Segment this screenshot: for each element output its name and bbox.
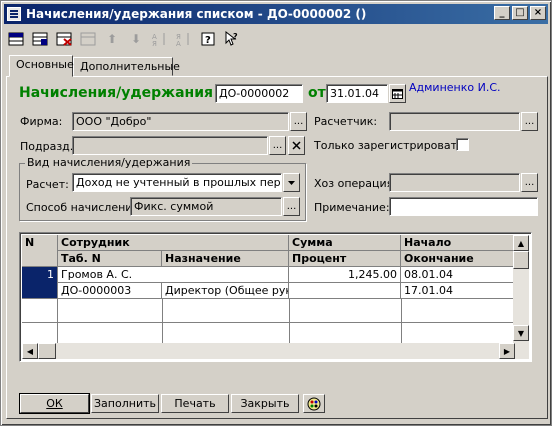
svg-text:?: ? (233, 32, 238, 41)
tab-main[interactable]: Основные (9, 55, 74, 77)
ok-button[interactable]: ОК (19, 393, 90, 414)
col-header-sum[interactable]: Сумма (289, 235, 401, 251)
hoz-field[interactable] (389, 173, 520, 192)
scroll-down-icon[interactable]: ▼ (513, 325, 529, 341)
ok-button-label: ОК (46, 397, 63, 410)
delete-row-icon[interactable] (53, 28, 75, 50)
fill-button-label: Заполнить (94, 397, 156, 410)
method-label: Способ начисления: (26, 201, 143, 214)
row-percent[interactable] (289, 283, 401, 299)
firm-label: Фирма: (20, 115, 63, 128)
calc-person-label: Расчетчик: (314, 115, 378, 128)
help-icon[interactable]: ? (197, 28, 219, 50)
method-select-button[interactable]: ... (283, 197, 300, 216)
col-header-percent[interactable]: Процент (289, 251, 401, 267)
kind-group-title: Вид начисления/удержания (25, 156, 193, 169)
move-down-icon[interactable]: ⬇ (125, 28, 147, 50)
palette-icon[interactable] (303, 394, 325, 413)
doc-heading: Начисления/удержания № (19, 85, 235, 101)
col-header-end[interactable]: Окончание (401, 251, 515, 267)
hoz-label: Хоз операция: (314, 177, 397, 190)
col-header-start[interactable]: Начало (401, 235, 515, 251)
new-row-icon[interactable] (5, 28, 27, 50)
row-purpose[interactable]: Директор (Общее руков (162, 283, 289, 299)
scroll-right-icon[interactable]: ▶ (499, 343, 515, 359)
doc-number-field[interactable]: ДО-0000002 (215, 84, 303, 103)
calc-type-dropdown-icon[interactable] (283, 173, 300, 192)
grid-vertical-scrollbar[interactable]: ▲ ▼ (513, 235, 529, 359)
grid-col-line (289, 299, 290, 343)
calendar-icon[interactable] (389, 84, 406, 103)
scroll-left-icon[interactable]: ◀ (22, 343, 38, 359)
dept-select-button[interactable]: ... (269, 136, 286, 155)
row-start[interactable]: 08.01.04 (401, 267, 515, 283)
calc-person-field[interactable] (389, 112, 520, 131)
calc-type-select[interactable]: Доход не учтенный в прошлых периодах (72, 173, 282, 192)
firm-select-button[interactable]: ... (290, 112, 307, 131)
calc-type-label: Расчет: (26, 178, 69, 191)
row-employee[interactable]: Громов А. С. (58, 267, 289, 283)
print-button[interactable]: Печать (161, 394, 229, 413)
dept-clear-icon[interactable] (288, 136, 305, 155)
sort-desc-icon[interactable]: ЯA (173, 28, 195, 50)
author-label: Админенко И.С. (409, 81, 501, 94)
method-field[interactable]: Фикс. суммой (130, 197, 282, 216)
sort-asc-icon[interactable]: AЯ (149, 28, 171, 50)
context-help-icon[interactable]: ? (221, 28, 243, 50)
minimize-button[interactable]: _ (494, 6, 510, 20)
date-label: от (308, 85, 326, 101)
register-only-checkbox[interactable] (456, 138, 469, 151)
app-icon (7, 7, 21, 21)
svg-text:A: A (176, 40, 181, 46)
move-up-icon[interactable]: ⬆ (101, 28, 123, 50)
register-only-label: Только зарегистрировать (314, 139, 464, 152)
empty-row-area (22, 299, 58, 343)
col-header-tab[interactable]: Таб. N (58, 251, 162, 267)
print-button-label: Печать (174, 397, 216, 410)
maximize-button[interactable]: □ (512, 6, 528, 20)
title-bar: Начисления/удержания списком - ДО-000000… (4, 4, 548, 24)
scroll-thumb[interactable] (513, 251, 529, 269)
row-end[interactable]: 17.01.04 (401, 283, 515, 299)
firm-field[interactable]: ООО "Добро" (72, 112, 289, 131)
dept-label: Подразд.: (20, 140, 77, 153)
calc-person-select-button[interactable]: ... (521, 112, 538, 131)
tab-additional[interactable]: Дополнительные (73, 57, 180, 76)
main-window: Начисления/удержания списком - ДО-000000… (0, 0, 552, 426)
toolbar: ⬆ ⬇ AЯ ЯA ? ? (5, 27, 243, 51)
employees-table[interactable]: N Сотрудник Таб. N Назначение Сумма Проц… (19, 232, 532, 362)
row-sum[interactable]: 1,245.00 (289, 267, 401, 283)
note-field[interactable] (389, 197, 538, 216)
col-header-employee[interactable]: Сотрудник (58, 235, 289, 251)
col-header-purpose[interactable]: Назначение (162, 251, 289, 267)
grid-horizontal-scrollbar[interactable]: ◀ ▶ (22, 343, 515, 359)
col-header-n[interactable]: N (22, 235, 58, 267)
hscroll-thumb[interactable] (38, 343, 56, 359)
edit-row-icon[interactable] (77, 28, 99, 50)
close-button[interactable]: Закрыть (231, 394, 299, 413)
row-number[interactable]: 1 (22, 267, 58, 299)
grid-col-line (401, 299, 402, 343)
close-button-label: Закрыть (240, 397, 290, 410)
window-title: Начисления/удержания списком - ДО-000000… (26, 7, 367, 21)
doc-date-field[interactable]: 31.01.04 (326, 84, 388, 103)
grid-col-line (162, 299, 163, 343)
note-label: Примечание: (314, 201, 390, 214)
new-copy-icon[interactable] (29, 28, 51, 50)
row-tab[interactable]: ДО-0000003 (58, 283, 162, 299)
fill-button[interactable]: Заполнить (91, 394, 159, 413)
grid-divider (22, 322, 515, 323)
svg-text:?: ? (205, 35, 211, 46)
dept-field[interactable] (72, 136, 268, 155)
scroll-up-icon[interactable]: ▲ (513, 235, 529, 251)
close-window-button[interactable]: × (530, 6, 546, 20)
hoz-select-button[interactable]: ... (521, 173, 538, 192)
svg-text:Я: Я (152, 40, 157, 46)
